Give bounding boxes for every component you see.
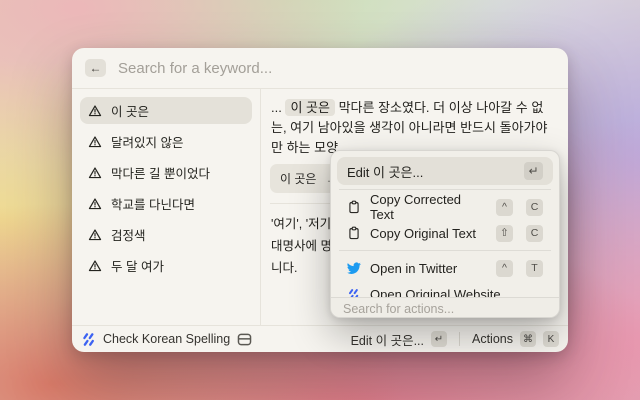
clipboard-icon: [347, 200, 361, 214]
menu-item-label: Open Original Website: [370, 287, 501, 298]
list-item[interactable]: 학교를 다닌다면: [80, 190, 252, 217]
actions-button[interactable]: Actions: [472, 332, 513, 346]
command-title: Check Korean Spelling: [103, 332, 230, 346]
menu-divider: [339, 189, 551, 190]
context-paragraph: ... 이 곳은 막다른 장소였다. 더 이상 나아갈 수 없는, 여기 남아있…: [271, 98, 558, 158]
highlighted-word: 이 곳은: [285, 99, 335, 116]
shift-key-badge: ⇧: [496, 225, 513, 242]
app-logo-icon: [347, 287, 361, 297]
list-item-label: 검정색: [111, 225, 146, 244]
menu-item-open-website[interactable]: Open Original Website: [337, 281, 553, 297]
warning-triangle-icon: [88, 104, 102, 118]
c-key-badge: C: [526, 225, 543, 242]
list-item-label: 막다른 길 뿐이었다: [111, 163, 210, 182]
clipboard-icon: [347, 226, 361, 240]
original-word: 이 곳은: [280, 170, 316, 187]
search-bar: ← Search for a keyword...: [72, 48, 568, 89]
k-key-badge: K: [543, 331, 559, 347]
search-input[interactable]: Search for a keyword...: [118, 60, 272, 77]
list-item[interactable]: 막다른 길 뿐이었다: [80, 159, 252, 186]
warning-triangle-icon: [88, 135, 102, 149]
list-item[interactable]: 검정색: [80, 221, 252, 248]
app-logo-icon: [81, 332, 96, 347]
warning-triangle-icon: [88, 259, 102, 273]
ctrl-key-badge: ^: [496, 199, 513, 216]
menu-item-label: Open in Twitter: [370, 261, 457, 276]
ctrl-key-badge: ^: [496, 260, 513, 277]
menu-item-label: Copy Corrected Text: [370, 192, 478, 222]
arrow-left-icon: ←: [90, 61, 102, 75]
primary-action-label[interactable]: Edit 이 곳은...: [351, 330, 424, 349]
menu-item-label: Copy Original Text: [370, 226, 476, 241]
app-window: ← Search for a keyword... 이 곳은 달려있지 않은 막…: [72, 48, 568, 352]
return-key-badge: ↵: [524, 162, 543, 180]
cmd-key-badge: ⌘: [520, 331, 536, 347]
actions-menu: Edit 이 곳은... ↵ Copy Corrected Text ^ C C…: [330, 150, 560, 318]
warning-triangle-icon: [88, 166, 102, 180]
card-icon[interactable]: [237, 333, 252, 346]
list-item-label: 이 곳은: [111, 101, 149, 120]
actions-menu-list: Edit 이 곳은... ↵ Copy Corrected Text ^ C C…: [331, 151, 559, 297]
return-key-badge: ↵: [431, 331, 447, 347]
menu-item-edit[interactable]: Edit 이 곳은... ↵: [337, 157, 553, 185]
menu-item-copy-original[interactable]: Copy Original Text ⇧ C: [337, 220, 553, 246]
footer-divider: [459, 332, 460, 346]
c-key-badge: C: [526, 199, 543, 216]
menu-item-label: Edit 이 곳은...: [347, 162, 423, 181]
back-button[interactable]: ←: [85, 59, 106, 77]
menu-item-copy-corrected[interactable]: Copy Corrected Text ^ C: [337, 194, 553, 220]
warning-triangle-icon: [88, 197, 102, 211]
warning-triangle-icon: [88, 228, 102, 242]
list-item-label: 학교를 다닌다면: [111, 194, 195, 213]
menu-item-open-twitter[interactable]: Open in Twitter ^ T: [337, 255, 553, 281]
list-item[interactable]: 달려있지 않은: [80, 128, 252, 155]
footer-bar: Check Korean Spelling Edit 이 곳은... ↵ Act…: [72, 325, 568, 352]
list-item[interactable]: 두 달 여가: [80, 252, 252, 279]
actions-search-input[interactable]: Search for actions...: [331, 297, 559, 318]
list-item-label: 두 달 여가: [111, 256, 164, 275]
twitter-bird-icon: [347, 261, 361, 275]
list-item[interactable]: 이 곳은: [80, 97, 252, 124]
menu-divider: [339, 250, 551, 251]
actions-search-placeholder: Search for actions...: [343, 302, 454, 316]
list-item-label: 달려있지 않은: [111, 132, 183, 151]
context-prefix: ...: [271, 100, 282, 115]
t-key-badge: T: [526, 260, 543, 277]
results-list: 이 곳은 달려있지 않은 막다른 길 뿐이었다 학교를 다닌다면 검정색 두 달…: [72, 89, 261, 325]
